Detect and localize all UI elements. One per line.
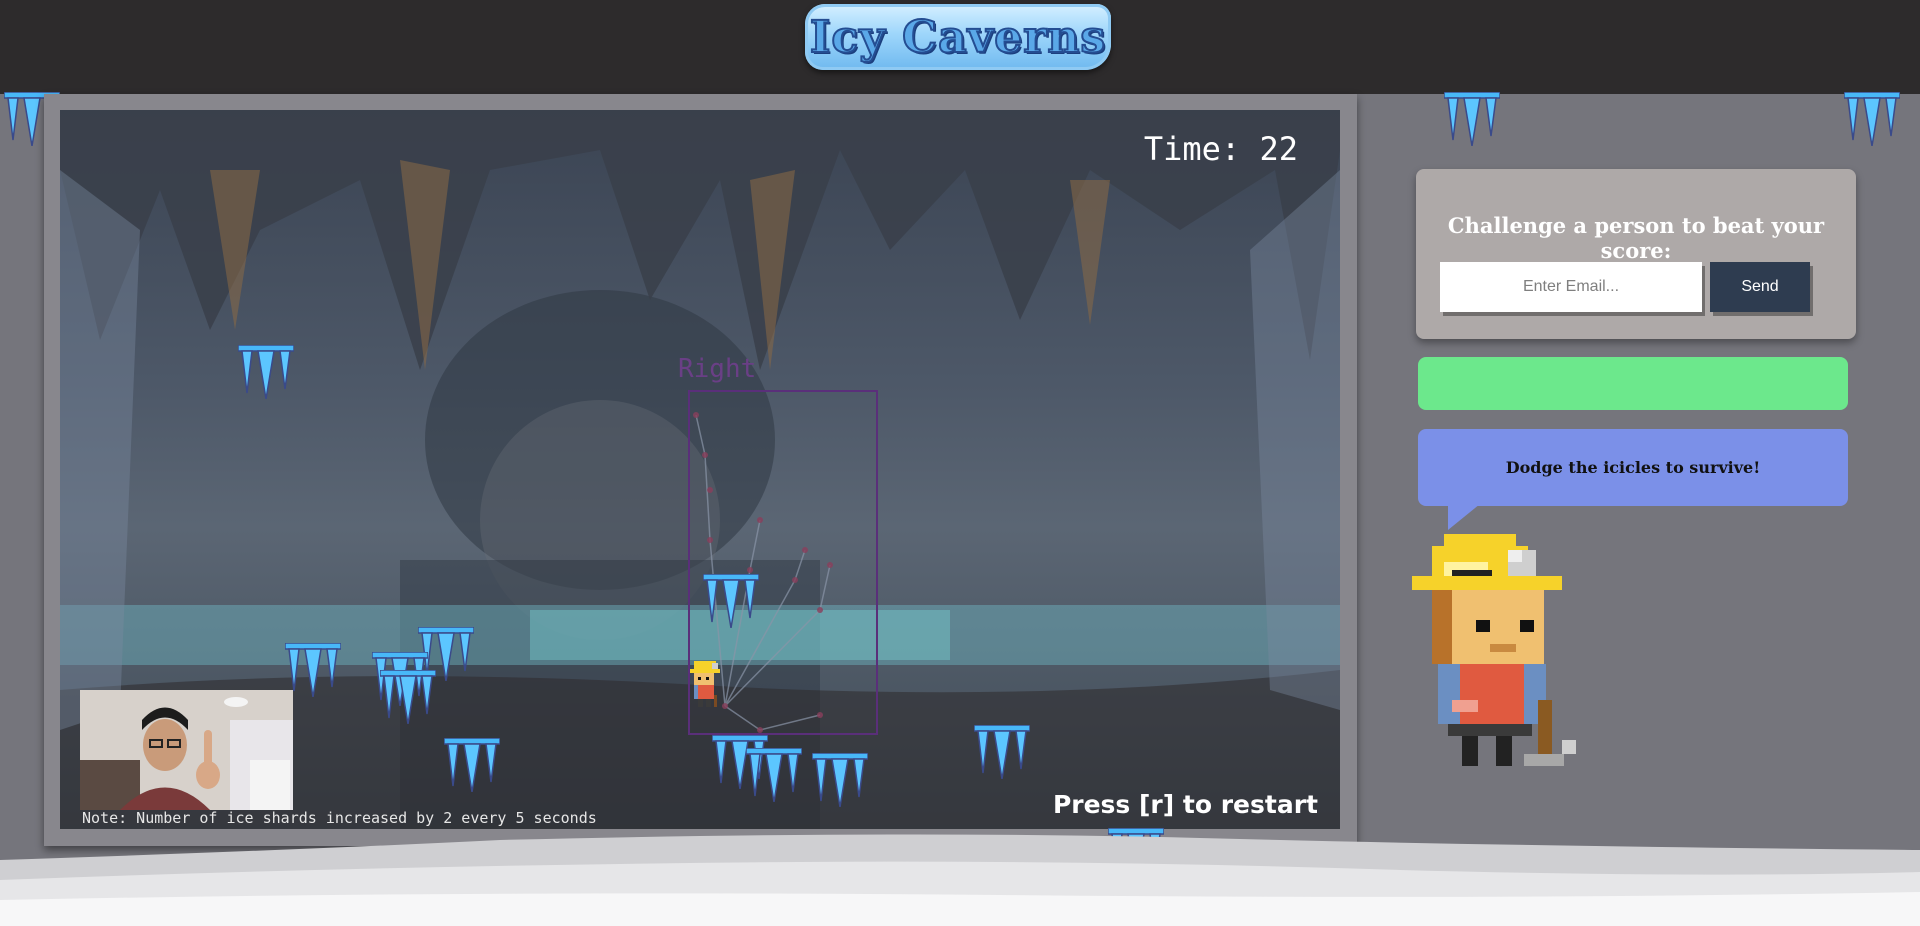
status-bar [1418,357,1848,410]
logo-text: Icy Caverns [809,11,1107,64]
hand-detection-label: Right [678,354,757,384]
icicle-icon [1444,92,1500,146]
icicle-icon [285,643,341,697]
icicle-icon [1844,92,1900,146]
send-button[interactable]: Send [1710,262,1810,312]
email-input[interactable] [1440,262,1702,312]
snow-ground [0,834,1920,926]
webcam-preview [80,690,293,810]
game-canvas[interactable]: Time: 22 Right Note: Number of ice shard… [60,110,1340,829]
challenge-title: Challenge a person to beat your score: [1447,213,1825,263]
timer-text: Time: 22 [1143,130,1298,168]
icicle-icon [444,738,500,792]
icicle-icon [238,345,294,399]
challenge-card: Challenge a person to beat your score: S… [1416,169,1856,339]
header-bar: Icy Caverns [0,0,1920,94]
player-miner [690,661,720,707]
miner-mascot [1412,534,1576,766]
icicle-icon [812,753,868,807]
icicle-icon [974,725,1030,779]
tip-text: Dodge the icicles to survive! [1505,458,1761,477]
speech-bubble: Dodge the icicles to survive! [1418,429,1848,506]
icicle-icon [746,748,802,802]
icicle-icon [380,670,436,724]
icicle-icon [703,574,759,628]
game-logo: Icy Caverns [805,4,1111,70]
restart-hint: Press [r] to restart [1052,790,1318,819]
speech-bubble-tail [1448,504,1480,530]
